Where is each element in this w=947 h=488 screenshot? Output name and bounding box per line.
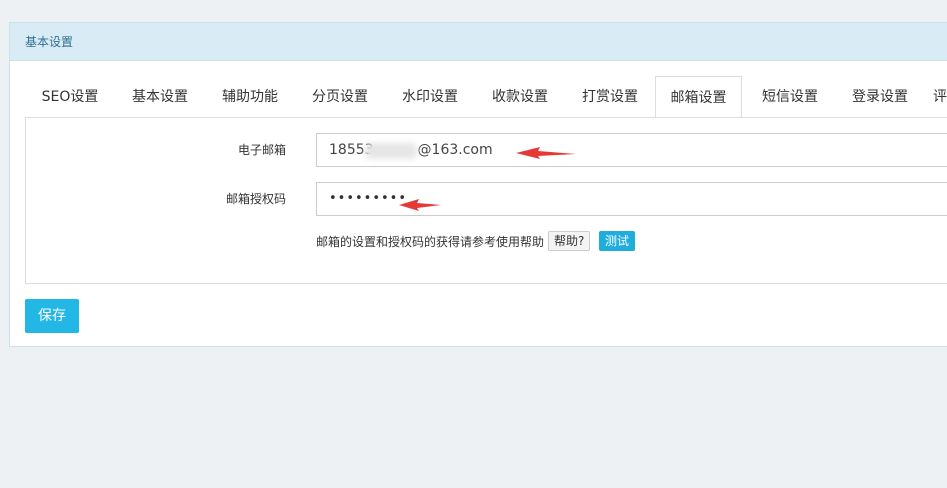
test-button[interactable]: 测试 [599, 231, 636, 251]
help-text: 邮箱的设置和授权码的获得请参考使用帮助 [316, 235, 545, 249]
tab-email[interactable]: 邮箱设置 [655, 76, 742, 117]
annotation-arrow-auth [399, 199, 441, 211]
tab-pagination[interactable]: 分页设置 [295, 76, 385, 117]
annotation-arrow-email [516, 147, 576, 159]
tab-seo[interactable]: SEO设置 [25, 76, 115, 117]
redaction-blur [365, 143, 417, 159]
settings-tabs: SEO设置 基本设置 辅助功能 分页设置 水印设置 收款设置 打赏设置 邮箱设置… [25, 76, 947, 118]
settings-panel: 基本设置 SEO设置 基本设置 辅助功能 分页设置 水印设置 收款设置 打赏设置… [9, 22, 947, 347]
tab-login[interactable]: 登录设置 [835, 76, 925, 117]
email-label: 电子邮箱 [237, 143, 286, 157]
tab-auxiliary[interactable]: 辅助功能 [205, 76, 295, 117]
tab-tipping[interactable]: 打赏设置 [565, 76, 655, 117]
auth-code-label: 邮箱授权码 [225, 192, 286, 206]
tab-payment[interactable]: 收款设置 [475, 76, 565, 117]
tab-basic[interactable]: 基本设置 [115, 76, 205, 117]
panel-title: 基本设置 [10, 23, 947, 61]
tab-sms[interactable]: 短信设置 [745, 76, 835, 117]
save-button[interactable]: 保存 [25, 299, 79, 333]
tab-review[interactable]: 评 [933, 76, 947, 117]
email-settings-pane: 电子邮箱 18553 @163.com 邮箱授权码 ••••••••• 邮箱的设置… [25, 118, 947, 284]
email-field[interactable]: 18553 @163.com [316, 133, 947, 167]
email-value-suffix: @163.com [417, 142, 493, 158]
tab-watermark[interactable]: 水印设置 [385, 76, 475, 117]
help-button[interactable]: 帮助? [548, 231, 591, 251]
